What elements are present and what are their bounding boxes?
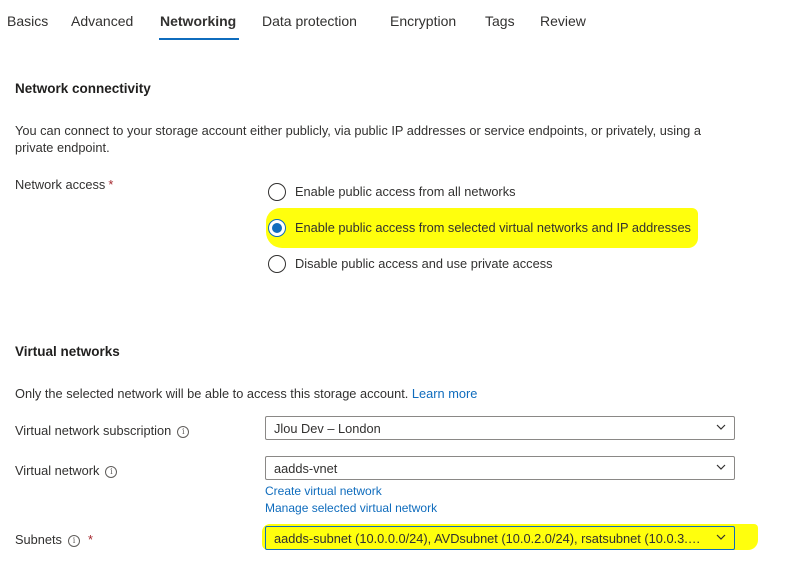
subscription-label: Virtual network subscription i: [15, 423, 190, 438]
subnets-dropdown[interactable]: aadds-subnet (10.0.0.0/24), AVDsubnet (1…: [265, 526, 735, 550]
tab-data-protection[interactable]: Data protection: [262, 13, 357, 29]
subnets-value: aadds-subnet (10.0.0.0/24), AVDsubnet (1…: [274, 531, 706, 546]
info-icon[interactable]: i: [67, 534, 80, 547]
chevron-down-icon: [716, 534, 726, 540]
required-marker: *: [108, 177, 114, 192]
tab-basics[interactable]: Basics: [7, 13, 48, 29]
chevron-down-icon: [716, 424, 726, 430]
virtual-network-value: aadds-vnet: [274, 461, 338, 476]
radio-button-checked[interactable]: [268, 219, 286, 237]
virtual-networks-title: Virtual networks: [15, 344, 120, 359]
virtual-network-label-text: Virtual network: [15, 463, 100, 478]
create-virtual-network-link[interactable]: Create virtual network: [265, 484, 382, 498]
tab-networking[interactable]: Networking: [160, 13, 236, 29]
subscription-label-text: Virtual network subscription: [15, 423, 172, 438]
radio-label: Disable public access and use private ac…: [295, 256, 553, 271]
subscription-dropdown[interactable]: Jlou Dev – London: [265, 416, 735, 440]
radio-button[interactable]: [268, 183, 286, 201]
network-access-label-text: Network access: [15, 177, 106, 192]
virtual-networks-description: Only the selected network will be able t…: [15, 385, 477, 402]
info-icon[interactable]: i: [105, 465, 118, 478]
radio-button[interactable]: [268, 255, 286, 273]
required-marker: *: [87, 532, 93, 547]
tab-encryption[interactable]: Encryption: [390, 13, 456, 29]
tab-bar: Basics Advanced Networking Data protecti…: [0, 0, 808, 44]
virtual-networks-description-text: Only the selected network will be able t…: [15, 386, 409, 401]
learn-more-link[interactable]: Learn more: [412, 386, 477, 401]
manage-virtual-network-link[interactable]: Manage selected virtual network: [265, 501, 437, 515]
network-access-label: Network access *: [15, 177, 113, 192]
subnets-label: Subnets i *: [15, 532, 93, 547]
virtual-network-dropdown[interactable]: aadds-vnet: [265, 456, 735, 480]
radio-label: Enable public access from selected virtu…: [295, 220, 691, 235]
tab-tags[interactable]: Tags: [485, 13, 515, 29]
tab-advanced[interactable]: Advanced: [71, 13, 133, 29]
network-connectivity-title: Network connectivity: [15, 81, 151, 96]
active-tab-indicator: [159, 38, 239, 40]
info-icon[interactable]: i: [177, 425, 190, 438]
virtual-network-label: Virtual network i: [15, 463, 118, 478]
subscription-value: Jlou Dev – London: [274, 421, 381, 436]
radio-label: Enable public access from all networks: [295, 184, 516, 199]
chevron-down-icon: [716, 464, 726, 470]
tab-review[interactable]: Review: [540, 13, 586, 29]
subnets-label-text: Subnets: [15, 532, 62, 547]
network-connectivity-description: You can connect to your storage account …: [15, 123, 701, 155]
